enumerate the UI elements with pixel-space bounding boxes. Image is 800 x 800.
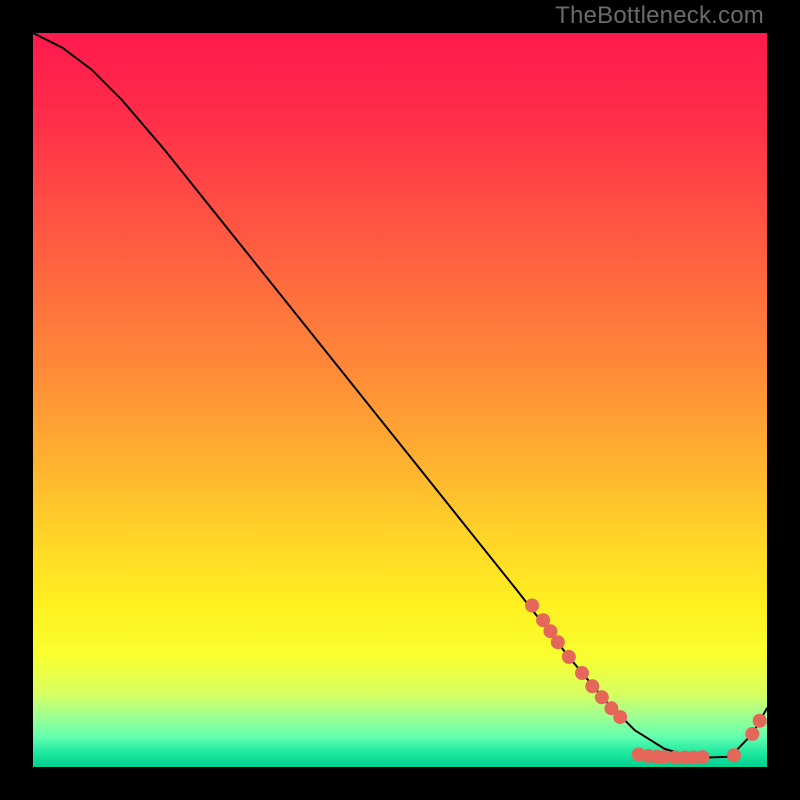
chart-frame: TheBottleneck.com — [0, 0, 800, 800]
chart-gradient-area — [33, 33, 767, 767]
watermark-text: TheBottleneck.com — [555, 2, 764, 30]
